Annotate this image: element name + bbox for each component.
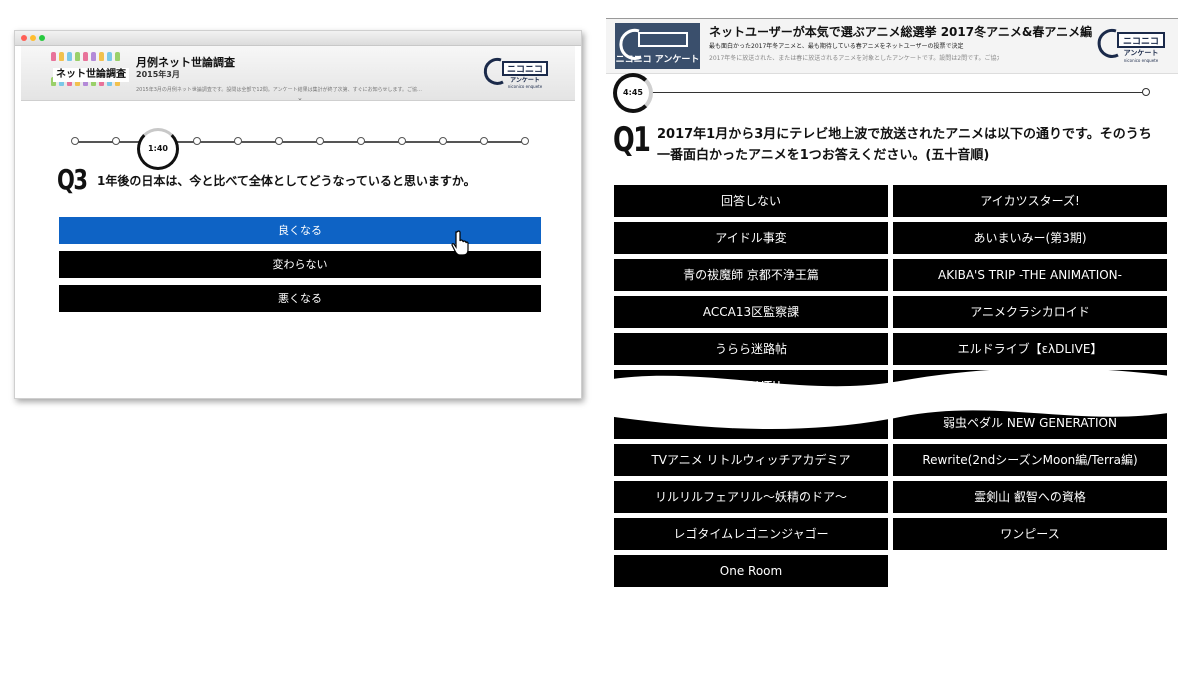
progress-step: [112, 137, 120, 145]
survey-header-right: ニコニコ アンケート ネットユーザーが本気で選ぶアニメ総選挙 2017冬アニメ&…: [606, 18, 1178, 74]
progress-step: [521, 137, 529, 145]
answer-option[interactable]: エルドライブ【ελDLIVE】: [893, 333, 1167, 365]
minimize-window-icon[interactable]: [30, 35, 36, 41]
window-titlebar: [15, 31, 581, 46]
answer-option[interactable]: AKIBA'S TRIP -THE ANIMATION-: [893, 259, 1167, 291]
progress-step: [234, 137, 242, 145]
answer-option[interactable]: ACCA13区監察課: [614, 296, 888, 328]
progress-step: [480, 137, 488, 145]
answer-option[interactable]: 青の祓魔師 京都不浄王篇: [614, 259, 888, 291]
answer-option[interactable]: アイカツスターズ!: [893, 185, 1167, 217]
progress-step: [439, 137, 447, 145]
progress-step: [71, 137, 79, 145]
progress-end-marker: [1142, 88, 1150, 96]
omission-wave-overlay: [600, 369, 1190, 430]
survey-description: 2017年冬に放送された、または春に放送されるアニメを対象としたアンケートです。…: [709, 55, 999, 62]
browser-window: ネット世論調査 月例ネット世論調査 2015年3月 2015年3月の月例ネット世…: [14, 30, 582, 399]
survey-summary: 最も面白かった2017年冬アニメと、最も期待している春アニメをネットユーザーの投…: [709, 43, 964, 50]
progress-step: [357, 137, 365, 145]
answer-option[interactable]: 回答しない: [614, 185, 888, 217]
countdown-timer: 1:40: [137, 128, 179, 170]
answer-option[interactable]: うらら迷路帖: [614, 333, 888, 365]
svg-text:niconico enquete: niconico enquete: [1124, 58, 1159, 63]
survey-header: ネット世論調査 月例ネット世論調査 2015年3月 2015年3月の月例ネット世…: [21, 46, 575, 102]
svg-text:niconico enquete: niconico enquete: [508, 84, 543, 89]
svg-text:アンケート: アンケート: [1124, 49, 1159, 57]
survey-date: 2015年3月: [136, 70, 180, 79]
svg-text:ニコニコ: ニコニコ: [1123, 37, 1159, 47]
svg-text:アンケート: アンケート: [510, 77, 540, 84]
question-text: 1年後の日本は、今と比べて全体としてどうなっていると思いますか。: [97, 174, 476, 188]
niconico-enquete-logo: ニコニコ アンケート niconico enquete: [483, 57, 548, 89]
answer-option[interactable]: アイドル事変: [614, 222, 888, 254]
close-window-icon[interactable]: [21, 35, 27, 41]
answer-option[interactable]: ワンピース: [893, 518, 1167, 550]
countdown-timer: 4:45: [613, 73, 653, 113]
thumbnail-text: ニコニコ アンケート: [615, 55, 700, 65]
question-number: Q3: [57, 163, 88, 196]
progress-step: [275, 137, 283, 145]
question-number: Q1: [613, 120, 651, 160]
survey-description: 2015年3月の月例ネット世論調査です。設問は全部で12問。アンケート結果は集計…: [136, 87, 422, 93]
answer-option[interactable]: あいまいみー(第3期): [893, 222, 1167, 254]
progress-step: [193, 137, 201, 145]
expand-description-icon[interactable]: ⌄: [297, 94, 303, 102]
progress-step: [398, 137, 406, 145]
survey-thumbnail: ニコニコ アンケート: [615, 23, 700, 69]
survey-title: 月例ネット世論調査: [136, 56, 235, 69]
answer-option[interactable]: リルリルフェアリル〜妖精のドア〜: [614, 481, 888, 513]
answer-option[interactable]: One Room: [614, 555, 888, 587]
answer-option[interactable]: 霊剣山 叡智への資格: [893, 481, 1167, 513]
progress-step: [316, 137, 324, 145]
maximize-window-icon[interactable]: [39, 35, 45, 41]
progress-track: [632, 92, 1147, 93]
question-text: 2017年1月から3月にテレビ地上波で放送されたアニメは以下の通りです。そのうち…: [657, 127, 1152, 163]
survey-page-left: ネット世論調査 月例ネット世論調査 2015年3月 2015年3月の月例ネット世…: [21, 46, 575, 390]
survey-title: ネットユーザーが本気で選ぶアニメ総選挙 2017冬アニメ&春アニメ編: [709, 25, 1093, 39]
header-banner: ネット世論調査: [53, 68, 129, 82]
answer-option[interactable]: アニメクラシカロイド: [893, 296, 1167, 328]
answer-option[interactable]: 悪くなる: [59, 285, 541, 312]
answer-option[interactable]: Rewrite(2ndシーズンMoon編/Terra編): [893, 444, 1167, 476]
answer-option[interactable]: TVアニメ リトルウィッチアカデミア: [614, 444, 888, 476]
niconico-enquete-logo: ニコニコ アンケート niconico enquete: [1097, 28, 1165, 63]
hand-pointer-icon: [451, 230, 469, 256]
svg-text:ニコニコ: ニコニコ: [507, 65, 543, 75]
answer-option[interactable]: レゴタイムレゴニンジャゴー: [614, 518, 888, 550]
